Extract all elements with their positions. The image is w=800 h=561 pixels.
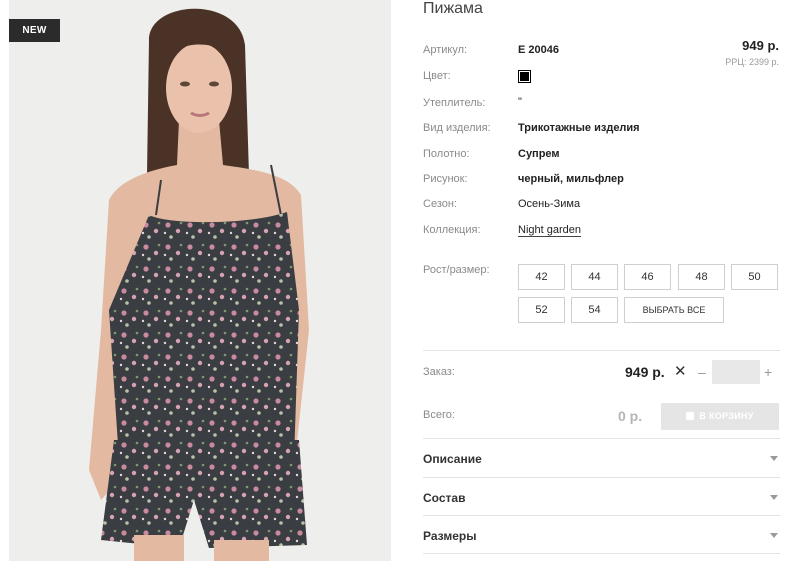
chevron-down-icon [770,495,778,500]
chevron-down-icon [770,533,778,538]
product-price: 949 р. [742,38,779,53]
attr-value-season: Осень-Зима [518,198,581,210]
accordion-composition-label: Состав [423,491,466,505]
attr-label-color: Цвет: [423,70,451,82]
select-all-sizes-button[interactable]: ВЫБРАТЬ ВСЕ [624,297,724,323]
model-image [89,8,309,561]
quantity-increase-button[interactable]: + [764,364,772,380]
attr-value-fabric: Супрем [518,148,560,160]
size-option-48[interactable]: 48 [678,264,725,290]
quantity-decrease-button[interactable]: – [698,364,706,380]
attr-value-insulation: " [518,96,522,108]
attr-label-pattern: Рисунок: [423,173,468,185]
attr-value-article: Е 20046 [518,44,559,56]
accordion-description[interactable]: Описание [423,439,780,478]
size-option-44[interactable]: 44 [571,264,618,290]
size-option-54[interactable]: 54 [571,297,618,323]
size-option-46[interactable]: 46 [624,264,671,290]
size-option-50[interactable]: 50 [731,264,778,290]
multiply-icon: ✕ [674,363,687,380]
collection-link[interactable]: Night garden [518,224,581,236]
accordion-description-label: Описание [423,452,482,466]
add-to-cart-label: В КОРЗИНУ [699,411,754,421]
divider [423,350,780,351]
attr-label-season: Сезон: [423,198,457,210]
attr-label-insulation: Утеплитель: [423,97,486,109]
attr-value-pattern: черный, мильфлер [518,173,624,185]
order-price: 949 р. [625,364,665,380]
attr-label-product-type: Вид изделия: [423,122,491,134]
attr-value-product-type: Трикотажные изделия [518,122,640,134]
attr-label-collection: Коллекция: [423,224,481,236]
accordion-sizes-label: Размеры [423,529,477,543]
divider [423,553,780,554]
add-to-cart-button[interactable]: В КОРЗИНУ [661,403,779,430]
accordion-composition[interactable]: Состав [423,478,780,517]
new-badge: NEW [9,19,60,42]
size-option-52[interactable]: 52 [518,297,565,323]
attr-label-article: Артикул: [423,44,468,56]
size-label: Рост/размер: [423,264,490,276]
rrp-price: РРЦ: 2399 р. [725,57,779,67]
color-swatch-black[interactable] [518,70,531,83]
accordion-sizes[interactable]: Размеры [423,516,780,555]
chevron-down-icon [770,456,778,461]
shopping-bag-icon [686,412,695,420]
total-value: 0 р. [618,408,643,424]
order-label: Заказ: [423,366,455,378]
product-photo[interactable]: NEW [9,0,391,561]
quantity-input[interactable] [712,360,760,384]
product-title: Пижама [423,0,483,17]
size-option-42[interactable]: 42 [518,264,565,290]
total-label: Всего: [423,409,455,421]
attr-label-fabric: Полотно: [423,148,470,160]
